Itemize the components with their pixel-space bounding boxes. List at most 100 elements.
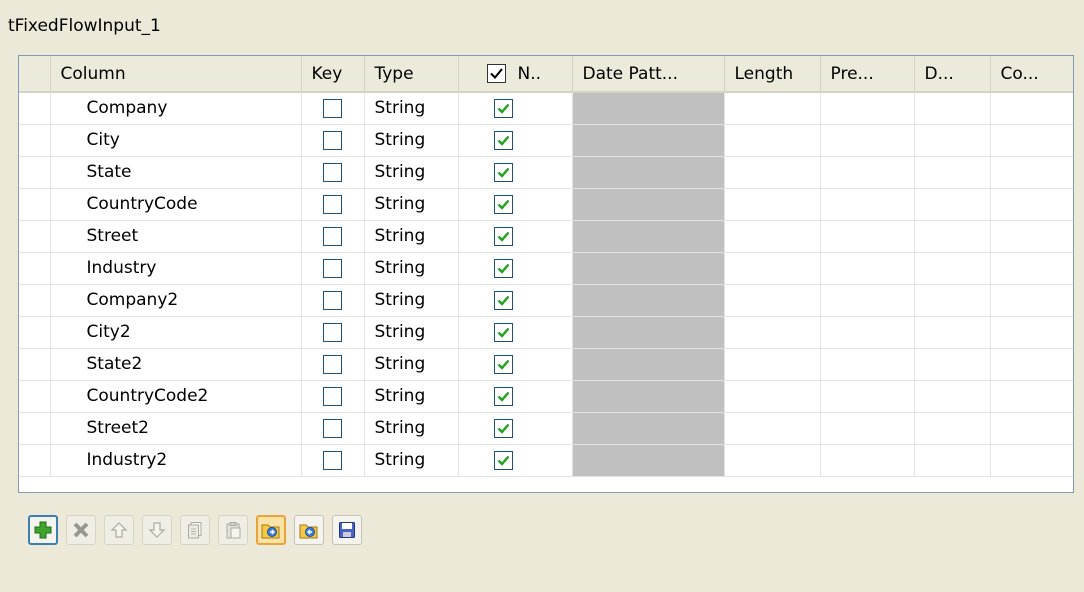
nullable-cell[interactable] [458,316,573,349]
key-cell[interactable] [301,316,365,349]
default-cell[interactable] [914,380,991,413]
default-cell[interactable] [914,92,991,125]
row-header-cell[interactable] [19,92,51,125]
table-row[interactable]: State2 String [19,348,1073,381]
column-name-cell[interactable]: Street2 [50,412,302,445]
nullable-checkbox[interactable] [493,130,513,150]
precision-cell[interactable] [820,316,915,349]
column-header-nullable[interactable]: N.. [458,56,573,93]
key-cell[interactable] [301,252,365,285]
precision-cell[interactable] [820,124,915,157]
nullable-cell[interactable] [458,284,573,317]
table-row[interactable]: CountryCode String [19,188,1073,221]
nullable-cell[interactable] [458,444,573,477]
nullable-checkbox[interactable] [493,354,513,374]
type-cell[interactable]: String [364,284,459,317]
precision-cell[interactable] [820,252,915,285]
key-checkbox[interactable] [323,418,342,438]
move-down-button[interactable] [142,515,172,545]
type-cell[interactable]: String [364,444,459,477]
default-cell[interactable] [914,124,991,157]
comment-cell[interactable] [990,348,1073,381]
table-row[interactable]: State String [19,156,1073,189]
nullable-cell[interactable] [458,380,573,413]
default-cell[interactable] [914,252,991,285]
paste-button[interactable] [218,515,248,545]
comment-cell[interactable] [990,412,1073,445]
type-cell[interactable]: String [364,252,459,285]
import-button[interactable] [256,515,286,545]
length-cell[interactable] [724,220,821,253]
column-header-length[interactable]: Length [724,56,821,93]
column-name-cell[interactable]: Company2 [50,284,302,317]
length-cell[interactable] [724,124,821,157]
default-cell[interactable] [914,156,991,189]
type-cell[interactable]: String [364,412,459,445]
export-button[interactable] [294,515,324,545]
row-header-cell[interactable] [19,316,51,349]
table-row[interactable]: Company2 String [19,284,1073,317]
comment-cell[interactable] [990,220,1073,253]
nullable-cell[interactable] [458,412,573,445]
table-row[interactable]: Company String [19,92,1073,125]
length-cell[interactable] [724,92,821,125]
comment-cell[interactable] [990,92,1073,125]
precision-cell[interactable] [820,188,915,221]
column-header-comment[interactable]: Co... [990,56,1073,93]
precision-cell[interactable] [820,220,915,253]
nullable-checkbox[interactable] [493,450,513,470]
key-cell[interactable] [301,444,365,477]
precision-cell[interactable] [820,380,915,413]
save-button[interactable] [332,515,362,545]
comment-cell[interactable] [990,124,1073,157]
key-cell[interactable] [301,220,365,253]
row-header-cell[interactable] [19,220,51,253]
key-cell[interactable] [301,380,365,413]
comment-cell[interactable] [990,284,1073,317]
column-name-cell[interactable]: City [50,124,302,157]
default-cell[interactable] [914,316,991,349]
nullable-checkbox[interactable] [493,418,513,438]
comment-cell[interactable] [990,188,1073,221]
nullable-checkbox[interactable] [493,322,513,342]
key-checkbox[interactable] [323,194,342,214]
nullable-cell[interactable] [458,252,573,285]
key-checkbox[interactable] [323,354,342,374]
length-cell[interactable] [724,380,821,413]
row-header-cell[interactable] [19,412,51,445]
table-row[interactable]: Street2 String [19,412,1073,445]
select-all-nullable-checkbox[interactable] [486,64,506,83]
comment-cell[interactable] [990,252,1073,285]
key-checkbox[interactable] [323,130,342,150]
nullable-cell[interactable] [458,124,573,157]
column-name-cell[interactable]: Street [50,220,302,253]
comment-cell[interactable] [990,444,1073,477]
type-cell[interactable]: String [364,380,459,413]
length-cell[interactable] [724,316,821,349]
table-row[interactable]: Industry String [19,252,1073,285]
table-row[interactable]: Industry2 String [19,444,1073,477]
key-cell[interactable] [301,284,365,317]
column-header-column[interactable]: Column [50,56,302,93]
table-row[interactable]: CountryCode2 String [19,380,1073,413]
precision-cell[interactable] [820,412,915,445]
row-header-cell[interactable] [19,284,51,317]
type-cell[interactable]: String [364,124,459,157]
column-name-cell[interactable]: City2 [50,316,302,349]
row-header-cell[interactable] [19,156,51,189]
default-cell[interactable] [914,284,991,317]
nullable-cell[interactable] [458,188,573,221]
default-cell[interactable] [914,348,991,381]
nullable-checkbox[interactable] [493,98,513,118]
key-checkbox[interactable] [323,98,342,118]
length-cell[interactable] [724,156,821,189]
key-checkbox[interactable] [323,162,342,182]
key-checkbox[interactable] [323,226,342,246]
key-checkbox[interactable] [323,258,342,278]
precision-cell[interactable] [820,284,915,317]
nullable-cell[interactable] [458,348,573,381]
default-cell[interactable] [914,444,991,477]
column-name-cell[interactable]: Company [50,92,302,125]
default-cell[interactable] [914,412,991,445]
precision-cell[interactable] [820,348,915,381]
